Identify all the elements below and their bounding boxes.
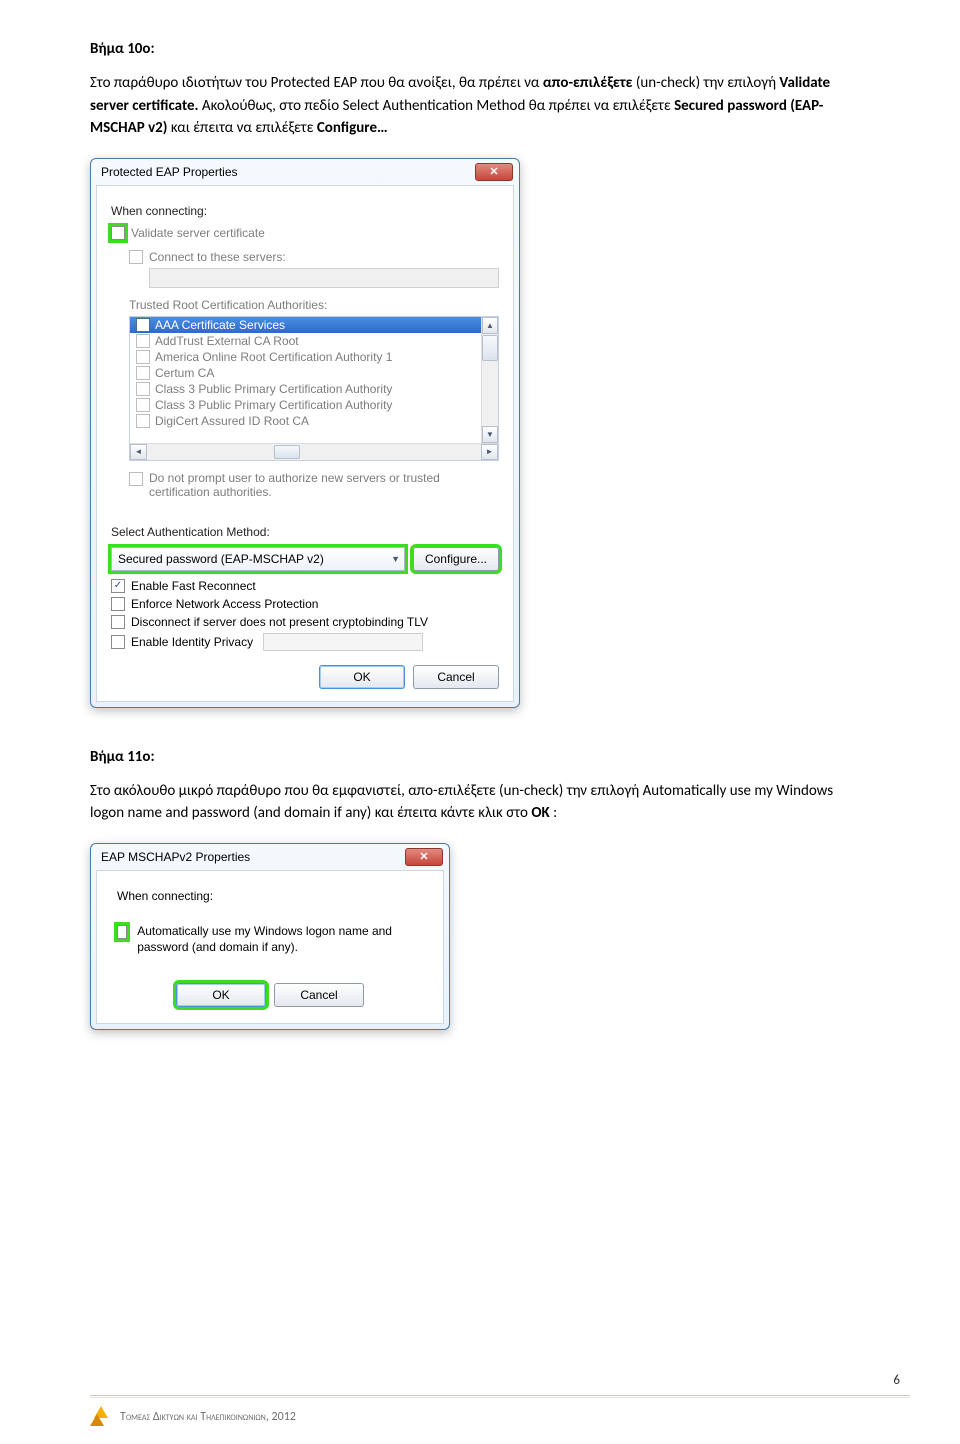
when-connecting-label: When connecting: [117,889,423,903]
dialog-body: When connecting: Validate server certifi… [96,185,514,702]
connect-servers-label: Connect to these servers: [149,250,286,264]
step10-body: Στο παράθυρο ιδιοτήτων του Protected EAP… [90,72,870,140]
configure-button[interactable]: Configure... [413,547,499,571]
ca-checkbox[interactable] [136,334,150,348]
ca-checkbox[interactable] [136,350,150,364]
identity-privacy-label: Enable Identity Privacy [131,635,253,649]
ca-label: AddTrust External CA Root [155,334,299,348]
step11-title: Βήμα 11o: [90,748,870,766]
ca-label: Certum CA [155,366,214,380]
noprompt-checkbox[interactable] [129,472,143,486]
list-item[interactable]: Class 3 Public Primary Certification Aut… [130,381,498,397]
vertical-scrollbar[interactable]: ▲ ▼ [481,317,498,443]
ca-listbox[interactable]: AAA Certificate Services AddTrust Extern… [130,317,498,443]
horizontal-scrollbar[interactable]: ◄ ► [130,443,498,460]
footer-separator [90,1395,910,1396]
ca-label: AAA Certificate Services [155,318,285,332]
dialog-body: When connecting: Automatically use my Wi… [96,870,444,1024]
dialog-titlebar: EAP MSCHAPv2 Properties ✕ [91,844,449,870]
noprompt-label: Do not prompt user to authorize new serv… [149,471,479,499]
text: Στο ακόλουθο μικρό παράθυρο που θα εμφαν… [90,782,833,823]
list-item[interactable]: AddTrust External CA Root [130,333,498,349]
scroll-up-button[interactable]: ▲ [482,317,498,334]
footer-logo-icon [90,1406,112,1428]
auto-logon-row[interactable]: Automatically use my Windows logon name … [117,923,423,955]
ca-checkbox[interactable] [136,318,150,332]
validate-server-checkbox[interactable] [111,226,125,240]
list-item[interactable]: America Online Root Certification Author… [130,349,498,365]
select-method-label: Select Authentication Method: [111,525,499,539]
nap-row[interactable]: Enforce Network Access Protection [111,597,499,611]
cancel-button[interactable]: Cancel [413,665,499,689]
ca-checkbox[interactable] [136,382,150,396]
ok-button[interactable]: OK [319,665,405,689]
scroll-left-button[interactable]: ◄ [130,444,147,460]
text-bold: Configure… [317,119,388,137]
identity-privacy-row[interactable]: Enable Identity Privacy [111,633,499,651]
protected-eap-dialog: Protected EAP Properties ✕ When connecti… [90,158,520,708]
text: Στο παράθυρο ιδιοτήτων του Protected EAP… [90,74,543,92]
list-item[interactable]: Class 3 Public Primary Certification Aut… [130,397,498,413]
ca-checkbox[interactable] [136,398,150,412]
auth-method-dropdown[interactable]: Secured password (EAP-MSCHAP v2) ▼ [111,547,405,571]
text: : [553,804,557,822]
chevron-down-icon: ▼ [391,554,400,564]
ca-label: Class 3 Public Primary Certification Aut… [155,398,392,412]
ca-label: DigiCert Assured ID Root CA [155,414,309,428]
scroll-thumb[interactable] [274,445,300,459]
footer-separator [90,1397,910,1398]
fast-reconnect-checkbox[interactable]: ✓ [111,579,125,593]
validate-server-row[interactable]: Validate server certificate [111,226,499,240]
ca-label: Class 3 Public Primary Certification Aut… [155,382,392,396]
text: και έπειτα να επιλέξετε [171,119,317,137]
dialog-title: Protected EAP Properties [101,165,238,179]
when-connecting-label: When connecting: [111,204,499,218]
page-footer: Τομεας Δικτυων και Τηλεπικοινωνιων, 2012 [90,1406,296,1428]
auto-logon-label: Automatically use my Windows logon name … [137,923,423,955]
identity-privacy-checkbox[interactable] [111,635,125,649]
validate-server-label: Validate server certificate [131,226,265,240]
close-button[interactable]: ✕ [475,163,513,181]
list-item[interactable]: DigiCert Assured ID Root CA [130,413,498,429]
page-number: 6 [893,1373,900,1388]
list-item[interactable]: Certum CA [130,365,498,381]
nap-label: Enforce Network Access Protection [131,597,318,611]
cryptobinding-row[interactable]: Disconnect if server does not present cr… [111,615,499,629]
ca-checkbox[interactable] [136,366,150,380]
close-icon: ✕ [419,850,428,863]
step11-body: Στο ακόλουθο μικρό παράθυρο που θα εμφαν… [90,780,870,825]
text-bold: ΟΚ [531,804,549,822]
nap-checkbox[interactable] [111,597,125,611]
ok-button[interactable]: OK [176,983,266,1007]
connect-servers-input[interactable] [149,268,499,288]
auto-logon-checkbox[interactable] [117,925,127,939]
trusted-root-label: Trusted Root Certification Authorities: [129,298,499,312]
mschap-dialog: EAP MSCHAPv2 Properties ✕ When connectin… [90,843,450,1030]
scroll-thumb[interactable] [482,335,498,361]
cryptobinding-label: Disconnect if server does not present cr… [131,615,428,629]
ca-checkbox[interactable] [136,414,150,428]
auth-method-value: Secured password (EAP-MSCHAP v2) [118,552,324,566]
list-item[interactable]: AAA Certificate Services [130,317,498,333]
dialog-title: EAP MSCHAPv2 Properties [101,850,250,864]
identity-privacy-input[interactable] [263,633,423,651]
close-icon: ✕ [489,165,498,178]
connect-servers-row: Connect to these servers: [129,250,499,264]
text: Ακολούθως, στο πεδίο Select Authenticati… [202,97,674,115]
dialog-titlebar: Protected EAP Properties ✕ [91,159,519,185]
cancel-button[interactable]: Cancel [274,983,364,1007]
text: (un-check) την επιλογή [636,74,780,92]
footer-text: Τομεας Δικτυων και Τηλεπικοινωνιων, 2012 [120,1410,296,1424]
fast-reconnect-label: Enable Fast Reconnect [131,579,256,593]
scroll-right-button[interactable]: ► [481,444,498,460]
text-bold: απο-επιλέξετε [543,74,633,92]
fast-reconnect-row[interactable]: ✓ Enable Fast Reconnect [111,579,499,593]
close-button[interactable]: ✕ [405,848,443,866]
ca-label: America Online Root Certification Author… [155,350,392,364]
step10-title: Βήμα 10o: [90,40,870,58]
connect-servers-checkbox[interactable] [129,250,143,264]
cryptobinding-checkbox[interactable] [111,615,125,629]
scroll-down-button[interactable]: ▼ [482,426,498,443]
